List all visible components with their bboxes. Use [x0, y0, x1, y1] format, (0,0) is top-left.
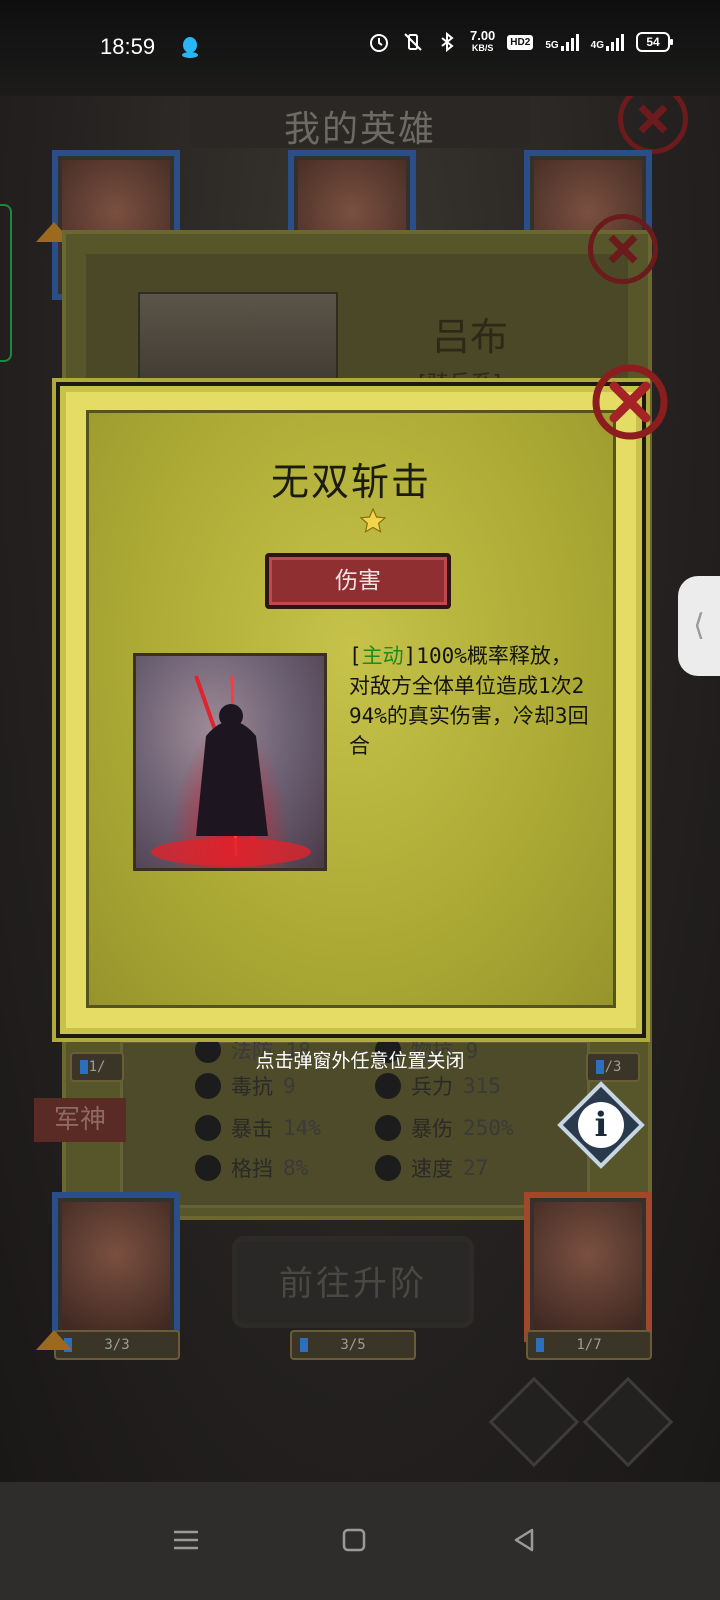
battery-indicator: 54: [636, 32, 673, 52]
level-pill: 3/3: [54, 1330, 180, 1360]
side-drawer-handle[interactable]: ⟨: [678, 576, 720, 676]
upgrade-arrow-icon: [36, 1330, 72, 1350]
qq-icon: [182, 37, 198, 58]
home-icon[interactable]: [338, 1524, 370, 1556]
star-icon: [359, 507, 387, 534]
stat-speed: 速度 27: [375, 1153, 488, 1183]
stat-crit: 暴击 14%: [195, 1113, 321, 1143]
advance-button[interactable]: 前往升阶: [232, 1236, 474, 1328]
close-hint: 点击弹窗外任意位置关闭: [255, 1050, 465, 1072]
skill-modal: 无双斩击 伤害 [主动]100%概率释放，对敌方全体单位造成1次294%的真实伤…: [60, 386, 642, 1034]
signal-4g: 4G: [591, 33, 624, 51]
back-icon[interactable]: [508, 1524, 540, 1556]
menu-icon[interactable]: [170, 1524, 202, 1556]
skill-modal-body: 无双斩击 伤害 [主动]100%概率释放，对敌方全体单位造成1次294%的真实伤…: [86, 410, 616, 1008]
stat-poison-resist: 毒抗 9: [195, 1071, 296, 1101]
claw-icon: [195, 1115, 221, 1141]
modal-close-button[interactable]: [588, 360, 672, 444]
lightning-icon: [375, 1155, 401, 1181]
stat-troops: 兵力 315: [375, 1071, 501, 1101]
stat-crit-damage: 暴伤 250%: [375, 1113, 514, 1143]
hero-card[interactable]: [52, 1192, 180, 1342]
status-bar: 18:59 7.00 KB/S HD2 5G 4G 54: [0, 0, 720, 96]
network-speed: 7.00 KB/S: [469, 28, 496, 53]
skill-image: [133, 653, 327, 871]
level-pill: 3/5: [290, 1330, 416, 1360]
system-nav-bar: [0, 1482, 720, 1600]
skill-name: 无双斩击: [270, 460, 431, 504]
left-edge-handle[interactable]: [0, 204, 12, 362]
skill-description: [主动]100%概率释放，对敌方全体单位造成1次294%的真实伤害，冷却3回合: [349, 644, 589, 758]
burst-icon: [375, 1115, 401, 1141]
close-icon[interactable]: [588, 360, 672, 444]
skull-icon: [195, 1073, 221, 1099]
alarm-icon: [369, 34, 388, 52]
skill-active-label: 主动: [361, 644, 404, 668]
shield-icon: [195, 1155, 221, 1181]
hero-name: 吕布: [432, 315, 509, 359]
mute-vibrate-icon: [404, 33, 422, 51]
bluetooth-icon: [441, 31, 454, 53]
close-icon[interactable]: [588, 214, 658, 284]
junshen-label: 军神: [34, 1098, 126, 1142]
hd-badge: HD2: [507, 34, 534, 50]
hero-card[interactable]: [524, 1192, 652, 1342]
page-title: 我的英雄: [283, 109, 436, 150]
status-time: 18:59: [100, 34, 156, 59]
stat-block: 格挡 8%: [195, 1153, 308, 1183]
skill-type-tag: 伤害: [265, 553, 451, 609]
signal-5g: 5G: [545, 33, 579, 51]
level-pill: 1/7: [526, 1330, 652, 1360]
hero-portrait: [138, 292, 338, 396]
heart-icon: [375, 1073, 401, 1099]
